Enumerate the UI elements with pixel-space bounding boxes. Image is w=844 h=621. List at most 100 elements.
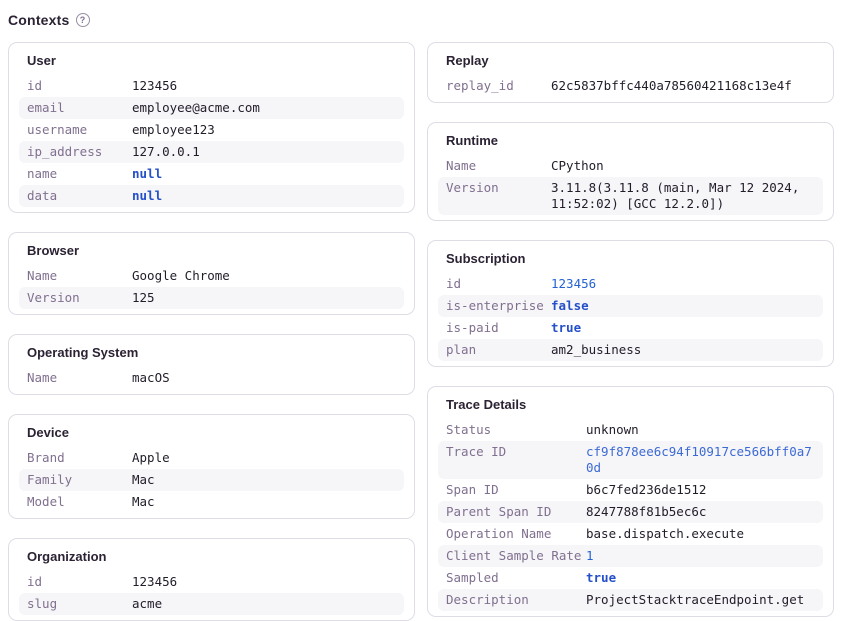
context-row: Parent Span ID 8247788f81b5ec6c bbox=[438, 501, 823, 523]
context-row: username employee123 bbox=[19, 119, 404, 141]
context-key: Brand bbox=[27, 450, 132, 466]
contexts-section: Contexts ? User id 123456 email employee… bbox=[0, 0, 844, 621]
context-key: Family bbox=[27, 472, 132, 488]
context-row: is-paid true bbox=[438, 317, 823, 339]
context-row: Name macOS bbox=[19, 367, 404, 389]
card-title: Operating System bbox=[19, 344, 404, 362]
context-value: 3.11.8(3.11.8 (main, Mar 12 2024, 11:52:… bbox=[551, 180, 815, 212]
context-value: null bbox=[132, 166, 162, 182]
context-value: am2_business bbox=[551, 342, 641, 358]
card-rows: Name Google Chrome Version 125 bbox=[19, 265, 404, 309]
context-key: Status bbox=[446, 422, 586, 438]
left-column: User id 123456 email employee@acme.com u… bbox=[8, 42, 415, 621]
context-value: 123456 bbox=[132, 78, 177, 94]
card-rows: Name CPython Version 3.11.8(3.11.8 (main… bbox=[438, 155, 823, 215]
context-card-runtime: Runtime Name CPython Version 3.11.8(3.11… bbox=[427, 122, 834, 221]
help-icon[interactable]: ? bbox=[76, 13, 90, 27]
card-rows: replay_id 62c5837bffc440a78560421168c13e… bbox=[438, 75, 823, 97]
trace-id-link[interactable]: cf9f878ee6c94f10917ce566bff0a70d bbox=[586, 444, 815, 476]
context-value: Apple bbox=[132, 450, 170, 466]
card-rows: Status unknown Trace ID cf9f878ee6c94f10… bbox=[438, 419, 823, 611]
card-title: Trace Details bbox=[438, 396, 823, 414]
context-key: Name bbox=[27, 370, 132, 386]
context-row: id 123456 bbox=[19, 75, 404, 97]
context-value: true bbox=[551, 320, 581, 336]
context-value: acme bbox=[132, 596, 162, 612]
card-title: Browser bbox=[19, 242, 404, 260]
card-rows: Brand Apple Family Mac Model Mac bbox=[19, 447, 404, 513]
context-value: b6c7fed236de1512 bbox=[586, 482, 706, 498]
context-card-user: User id 123456 email employee@acme.com u… bbox=[8, 42, 415, 213]
context-row: Name Google Chrome bbox=[19, 265, 404, 287]
context-key: Description bbox=[446, 592, 586, 608]
context-key: id bbox=[27, 78, 132, 94]
context-row: Description ProjectStacktraceEndpoint.ge… bbox=[438, 589, 823, 611]
context-key: Span ID bbox=[446, 482, 586, 498]
context-key: username bbox=[27, 122, 132, 138]
card-title: Subscription bbox=[438, 250, 823, 268]
context-key: name bbox=[27, 166, 132, 182]
context-value: 123456 bbox=[551, 276, 596, 292]
context-value: employee123 bbox=[132, 122, 215, 138]
card-title: Runtime bbox=[438, 132, 823, 150]
card-rows: id 123456 slug acme bbox=[19, 571, 404, 615]
context-row: slug acme bbox=[19, 593, 404, 615]
context-key: id bbox=[446, 276, 551, 292]
contexts-header: Contexts ? bbox=[8, 12, 834, 28]
card-title: Device bbox=[19, 424, 404, 442]
card-rows: id 123456 is-enterprise false is-paid tr… bbox=[438, 273, 823, 361]
context-row: replay_id 62c5837bffc440a78560421168c13e… bbox=[438, 75, 823, 97]
context-row: plan am2_business bbox=[438, 339, 823, 361]
context-row: Operation Name base.dispatch.execute bbox=[438, 523, 823, 545]
context-value: 123456 bbox=[132, 574, 177, 590]
context-value: Mac bbox=[132, 494, 155, 510]
context-value: unknown bbox=[586, 422, 639, 438]
context-key: data bbox=[27, 188, 132, 204]
context-row: Span ID b6c7fed236de1512 bbox=[438, 479, 823, 501]
context-key: slug bbox=[27, 596, 132, 612]
context-key: Sampled bbox=[446, 570, 586, 586]
context-key: Parent Span ID bbox=[446, 504, 586, 520]
context-key: Operation Name bbox=[446, 526, 586, 542]
context-value: false bbox=[551, 298, 589, 314]
context-row: is-enterprise false bbox=[438, 295, 823, 317]
context-value: employee@acme.com bbox=[132, 100, 260, 116]
context-card-replay: Replay replay_id 62c5837bffc440a78560421… bbox=[427, 42, 834, 103]
context-key: Version bbox=[446, 180, 551, 196]
context-value: ProjectStacktraceEndpoint.get bbox=[586, 592, 804, 608]
context-key: id bbox=[27, 574, 132, 590]
card-title: User bbox=[19, 52, 404, 70]
context-value: 62c5837bffc440a78560421168c13e4f bbox=[551, 78, 792, 94]
context-value: CPython bbox=[551, 158, 604, 174]
context-key: Client Sample Rate bbox=[446, 548, 586, 564]
context-value: 125 bbox=[132, 290, 155, 306]
card-title: Organization bbox=[19, 548, 404, 566]
context-row: Version 125 bbox=[19, 287, 404, 309]
context-key: replay_id bbox=[446, 78, 551, 94]
context-card-subscription: Subscription id 123456 is-enterprise fal… bbox=[427, 240, 834, 367]
right-column: Replay replay_id 62c5837bffc440a78560421… bbox=[427, 42, 834, 617]
context-value: macOS bbox=[132, 370, 170, 386]
context-key: Name bbox=[446, 158, 551, 174]
context-key: is-enterprise bbox=[446, 298, 551, 314]
context-row: name null bbox=[19, 163, 404, 185]
context-value: base.dispatch.execute bbox=[586, 526, 744, 542]
context-value: null bbox=[132, 188, 162, 204]
context-row: Version 3.11.8(3.11.8 (main, Mar 12 2024… bbox=[438, 177, 823, 215]
page-title: Contexts bbox=[8, 12, 70, 28]
context-row: Client Sample Rate 1 bbox=[438, 545, 823, 567]
context-row: Name CPython bbox=[438, 155, 823, 177]
card-title: Replay bbox=[438, 52, 823, 70]
context-card-device: Device Brand Apple Family Mac Model Mac bbox=[8, 414, 415, 519]
card-rows: Name macOS bbox=[19, 367, 404, 389]
context-card-trace-details: Trace Details Status unknown Trace ID cf… bbox=[427, 386, 834, 617]
context-row: Family Mac bbox=[19, 469, 404, 491]
context-row: id 123456 bbox=[19, 571, 404, 593]
context-key: email bbox=[27, 100, 132, 116]
context-card-operating-system: Operating System Name macOS bbox=[8, 334, 415, 395]
context-key: Model bbox=[27, 494, 132, 510]
context-key: ip_address bbox=[27, 144, 132, 160]
card-rows: id 123456 email employee@acme.com userna… bbox=[19, 75, 404, 207]
context-row: data null bbox=[19, 185, 404, 207]
context-key: is-paid bbox=[446, 320, 551, 336]
